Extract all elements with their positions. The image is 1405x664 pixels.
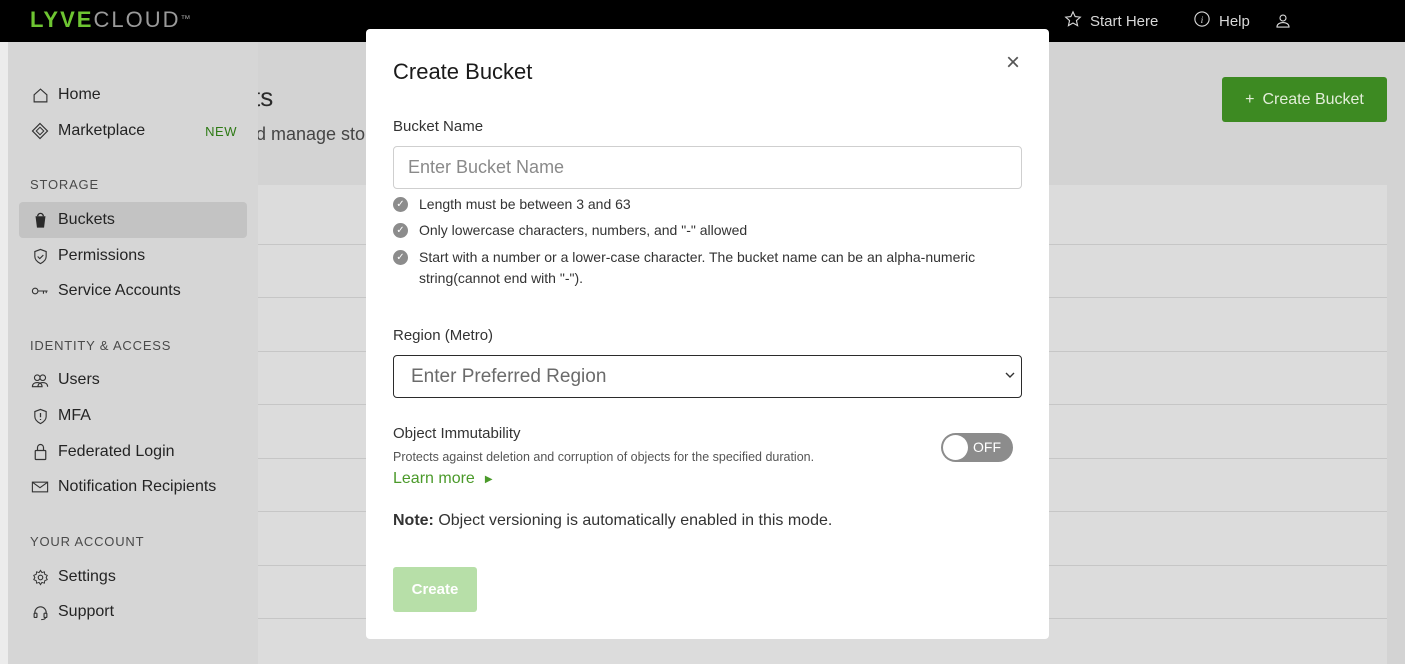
bucket-icon xyxy=(31,211,49,229)
rule-item: ✓ Only lowercase characters, numbers, an… xyxy=(393,220,1013,241)
region-select[interactable]: Enter Preferred Region xyxy=(393,355,1022,398)
lyve-cloud-logo[interactable]: LYVECLOUD™ xyxy=(30,8,192,32)
check-circle-icon: ✓ xyxy=(393,223,408,238)
create-button[interactable]: Create xyxy=(393,567,477,612)
chevron-down-icon xyxy=(1005,368,1015,382)
sidebar-item-service-accounts[interactable]: Service Accounts xyxy=(19,273,247,309)
marketplace-icon xyxy=(31,122,49,140)
sidebar-item-notification-recipients[interactable]: Notification Recipients xyxy=(19,469,247,505)
start-here-link[interactable]: Start Here xyxy=(1064,0,1158,42)
home-icon xyxy=(31,86,49,104)
storage-section-heading: STORAGE xyxy=(30,177,99,192)
region-label: Region (Metro) xyxy=(393,327,494,344)
sidebar-item-users[interactable]: Users xyxy=(19,362,247,398)
modal-title: Create Bucket xyxy=(393,59,533,84)
sidebar-item-federated-login[interactable]: Federated Login xyxy=(19,434,247,470)
svg-text:i: i xyxy=(1201,15,1204,26)
create-bucket-modal: Create Bucket × Bucket Name ✓ Length mus… xyxy=(366,29,1049,639)
toggle-knob xyxy=(943,435,968,460)
learn-more-link[interactable]: Learn more ▶ xyxy=(393,470,493,488)
close-icon[interactable]: × xyxy=(1006,51,1020,75)
sidebar-item-buckets[interactable]: Buckets xyxy=(19,202,247,238)
rule-item: ✓ Length must be between 3 and 63 xyxy=(393,194,1013,215)
account-section-heading: YOUR ACCOUNT xyxy=(30,534,145,549)
check-circle-icon: ✓ xyxy=(393,250,408,265)
rule-item: ✓ Start with a number or a lower-case ch… xyxy=(393,247,1013,289)
sidebar-item-home[interactable]: Home xyxy=(19,77,247,113)
check-circle-icon: ✓ xyxy=(393,197,408,212)
bucket-name-input[interactable] xyxy=(393,146,1022,189)
sidebar-item-permissions[interactable]: Permissions xyxy=(19,238,247,274)
sidebar-item-settings[interactable]: Settings xyxy=(19,559,247,595)
caret-right-icon: ▶ xyxy=(484,473,493,485)
lock-icon xyxy=(31,443,49,461)
shield-alert-icon xyxy=(31,407,49,425)
new-badge: NEW xyxy=(205,123,237,139)
shield-check-icon xyxy=(31,247,49,265)
sidebar-item-marketplace[interactable]: Marketplace NEW xyxy=(19,113,247,149)
envelope-icon xyxy=(31,478,49,496)
immutability-description: Protects against deletion and corruption… xyxy=(393,450,815,464)
plus-icon: + xyxy=(1245,90,1255,108)
page-subtitle: d manage sto xyxy=(256,124,366,144)
help-link[interactable]: i Help xyxy=(1193,0,1250,42)
sidebar-item-mfa[interactable]: MFA xyxy=(19,398,247,434)
sidebar: Home Marketplace NEW STORAGE Buckets Per… xyxy=(8,42,258,664)
bucket-name-label: Bucket Name xyxy=(393,118,484,135)
sidebar-item-support[interactable]: Support xyxy=(19,594,247,630)
user-menu-icon[interactable] xyxy=(1274,0,1292,42)
star-icon xyxy=(1064,10,1082,32)
gear-icon xyxy=(31,568,49,586)
immutability-toggle[interactable]: OFF xyxy=(941,433,1013,462)
create-bucket-button[interactable]: + Create Bucket xyxy=(1222,77,1387,122)
info-icon: i xyxy=(1193,10,1211,32)
key-icon xyxy=(31,282,49,300)
identity-section-heading: IDENTITY & ACCESS xyxy=(30,338,172,353)
versioning-note: Note: Object versioning is automatically… xyxy=(393,512,833,529)
headset-icon xyxy=(31,603,49,621)
immutability-label: Object Immutability xyxy=(393,425,521,442)
users-icon xyxy=(31,371,49,389)
